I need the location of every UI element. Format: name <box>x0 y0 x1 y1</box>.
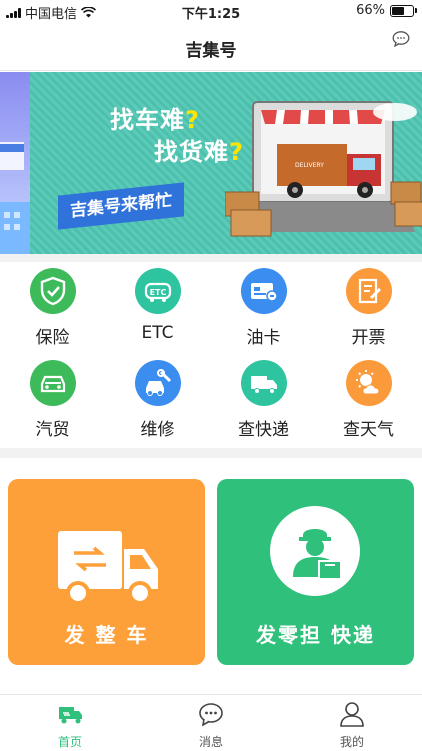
service-label: 查快递 <box>238 420 289 440</box>
battery-icon <box>390 4 417 17</box>
tab-bar: 首页 消息 我的 <box>0 694 422 751</box>
truck-icon <box>58 531 158 605</box>
service-fuel-card[interactable]: 油卡 <box>211 268 316 348</box>
full-truck-label: 发 整 车 <box>64 623 149 647</box>
svg-text:DELIVERY: DELIVERY <box>295 162 324 169</box>
banner-tagline: 吉集号来帮忙 <box>58 182 184 230</box>
divider <box>0 448 422 458</box>
service-car-trade[interactable]: 汽贸 <box>0 360 105 440</box>
battery-percent: 66% <box>356 3 385 18</box>
service-express-tracking[interactable]: 查快递 <box>211 360 316 440</box>
service-label: ETC <box>141 323 174 343</box>
weather-icon <box>345 360 392 406</box>
previous-slide-peek <box>0 72 30 254</box>
banner-slide: DELIVERY 找车难? 找货难? 吉集号来帮忙 <box>30 72 422 254</box>
service-invoice[interactable]: 开票 <box>316 268 421 348</box>
delivery-truck-icon <box>240 360 287 406</box>
message-icon <box>199 703 223 727</box>
car-icon <box>29 360 76 406</box>
tab-messages[interactable]: 消息 <box>141 701 281 750</box>
tab-label: 消息 <box>198 735 223 749</box>
service-weather[interactable]: 查天气 <box>316 360 421 440</box>
service-label: 开票 <box>351 328 386 348</box>
invoice-icon <box>345 268 392 314</box>
service-label: 汽贸 <box>35 420 70 440</box>
page-title: 吉集号 <box>185 41 237 61</box>
service-label: 油卡 <box>246 328 281 348</box>
nav-bar: 吉集号 <box>0 22 422 71</box>
courier-icon <box>270 506 360 596</box>
service-insurance[interactable]: 保险 <box>0 268 105 348</box>
full-truck-card[interactable]: 发 整 车 <box>8 479 205 665</box>
service-label: 维修 <box>140 420 175 440</box>
profile-icon <box>340 702 364 727</box>
chat-bubble-icon[interactable] <box>392 31 410 47</box>
home-truck-icon <box>59 707 82 724</box>
svg-text:ETC: ETC <box>149 288 166 297</box>
banner-headline-2: 找货难? <box>154 138 244 166</box>
banner-headline-1: 找车难? <box>110 106 200 134</box>
service-repair[interactable]: 维修 <box>105 360 210 440</box>
fuel-card-icon <box>240 268 287 314</box>
status-bar: 中国电信 下午1:25 66% <box>0 0 422 22</box>
tab-profile[interactable]: 我的 <box>282 701 422 750</box>
battery-level <box>392 6 404 15</box>
tab-home[interactable]: 首页 <box>0 701 140 750</box>
banner-carousel[interactable]: DELIVERY 找车难? 找货难? 吉集号来帮忙 <box>0 72 422 254</box>
divider <box>0 254 422 262</box>
tab-label: 我的 <box>339 735 364 749</box>
shield-icon <box>29 268 76 314</box>
etc-car-icon: ETC <box>134 268 181 314</box>
tab-label: 首页 <box>57 735 82 749</box>
service-label: 保险 <box>35 328 70 348</box>
service-label: 查天气 <box>343 420 394 440</box>
express-label: 发零担 快递 <box>256 623 375 647</box>
repair-icon <box>134 360 181 406</box>
express-card[interactable]: 发零担 快递 <box>217 479 414 665</box>
services-grid: 保险 ETC ETC 油卡 开票 汽贸 维修 查快递 查天气 <box>0 262 422 446</box>
laptop-truck-illustration: DELIVERY <box>225 101 422 237</box>
service-etc[interactable]: ETC ETC <box>105 268 210 343</box>
